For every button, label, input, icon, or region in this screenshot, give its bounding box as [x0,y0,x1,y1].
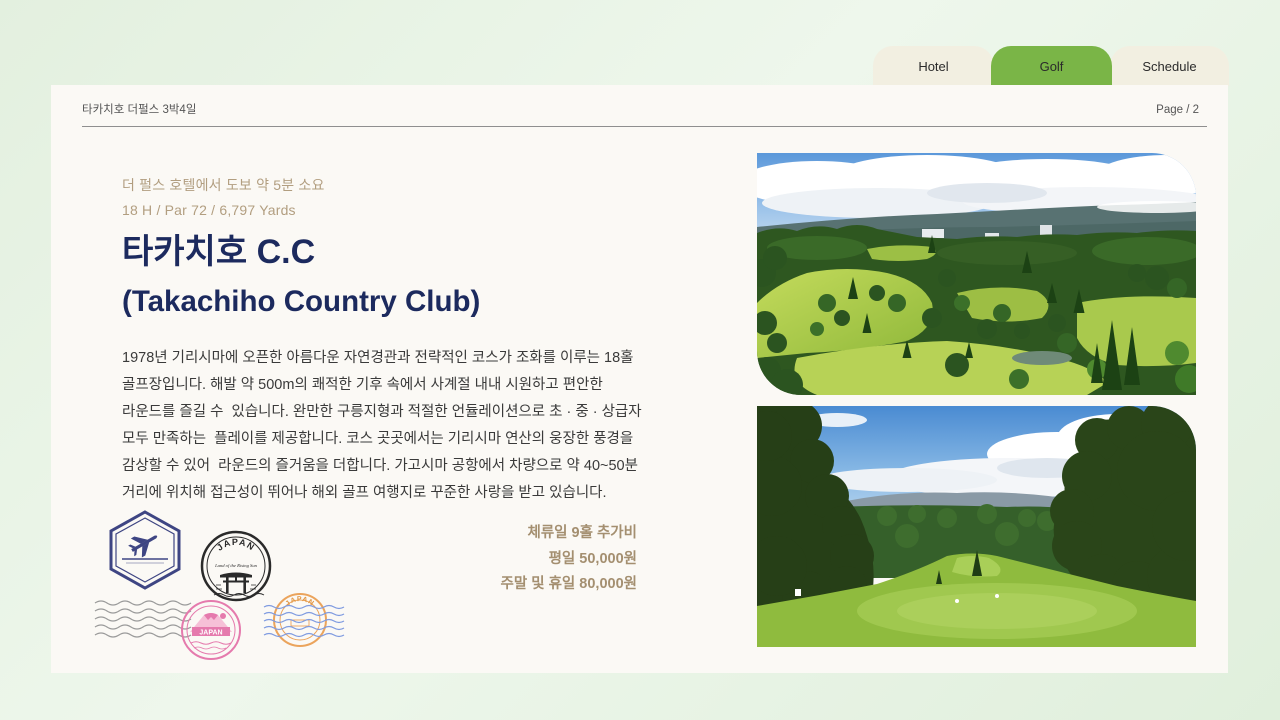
description-line: 라운드를 즐길 수 있습니다. 완만한 구릉지형과 적절한 언듈레이션으로 초 … [122,404,642,420]
torii-stamp-text: JAPAN [215,537,256,553]
description-line: 거리에 위치해 접근성이 뛰어나 해외 골프 여행지로 꾸준한 사랑을 받고 있… [122,485,607,501]
golf-course-photo-2 [757,406,1196,647]
mount-fuji-stamp-icon: JAPAN [181,600,241,660]
round-postmark-stamp-icon: JAPAN [263,593,345,647]
description-line: 감상할 수 있어 라운드의 즐거움을 더합니다. 가고시마 공항에서 차량으로 … [122,458,638,474]
tab-golf[interactable]: Golf [991,46,1112,86]
torii-stamp-subtext: Land of the Rising Sun [214,563,258,568]
torii-gate-stamp-icon: JAPAN Land of the Rising Sun [200,530,272,602]
fuji-stamp-text: JAPAN [199,630,222,637]
golf-course-photo-1 [757,153,1196,395]
tab-schedule[interactable]: Schedule [1110,46,1229,86]
travel-stamps-collage: JAPAN Land of the Rising Sun JAPAN JAPAN [94,510,345,660]
tab-schedule-label: Schedule [1142,58,1197,74]
course-name-korean: 타카치호 C.C [122,233,316,271]
course-specs: 18 H / Par 72 / 6,797 Yards [122,202,296,218]
page-indicator: Page / 2 [1156,104,1199,116]
header-divider [82,126,1207,127]
course-description: 1978년 기리시마에 오픈한 아름다운 자연경관과 전략적인 코스가 조화를 … [122,345,642,507]
tab-golf-label: Golf [1039,58,1064,74]
description-line: 모두 만족하는 플레이를 제공합니다. 코스 곳곳에서는 기리시마 연산의 웅장… [122,431,634,447]
golf-page-card: 타카치호 더펄스 3박4일 Page / 2 더 펄스 호텔에서 도보 약 5분… [51,85,1228,673]
tab-hotel[interactable]: Hotel [873,46,994,86]
plane-hexagon-stamp-icon [109,510,181,590]
description-line: 1978년 기리시마에 오픈한 아름다운 자연경관과 전략적인 코스가 조화를 … [122,350,634,366]
description-line: 골프장입니다. 해발 약 500m의 쾌적한 기후 속에서 사계절 내내 시원하… [122,377,603,393]
wavy-postmark-lines-icon [94,600,192,638]
trip-title: 타카치호 더펄스 3박4일 [82,104,197,116]
course-name-english: (Takachiho Country Club) [122,285,481,318]
tab-hotel-label: Hotel [918,58,949,74]
course-access-info: 더 펄스 호텔에서 도보 약 5분 소요 [122,177,325,193]
svg-text:JAPAN: JAPAN [215,537,257,553]
